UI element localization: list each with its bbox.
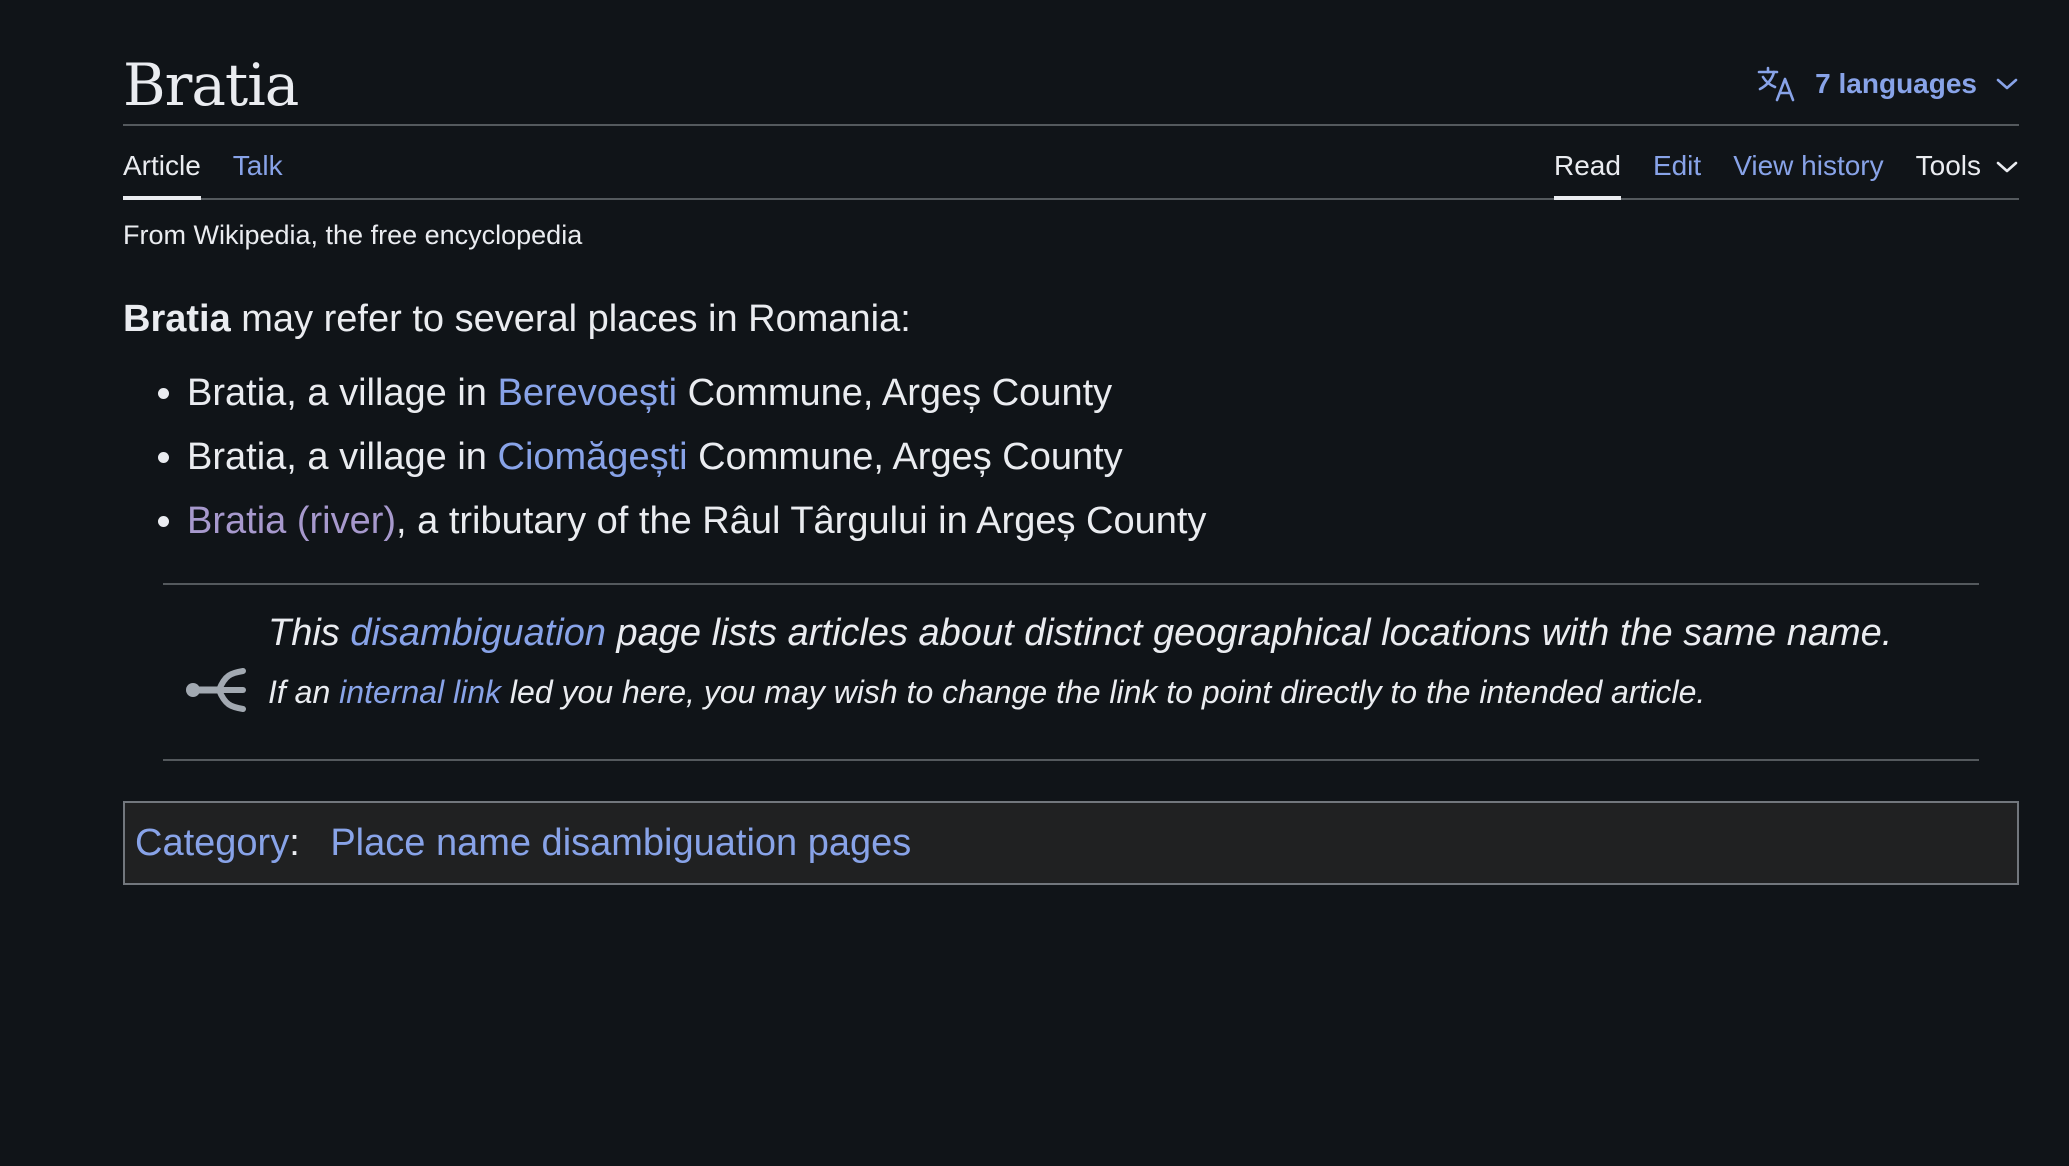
category-place-name-disambiguation-link[interactable]: Place name disambiguation pages [330, 822, 911, 864]
languages-label: 7 languages [1815, 68, 1977, 99]
intro-text: may refer to several places in Romania: [230, 298, 911, 340]
entry-suffix: Commune, Argeș County [687, 436, 1123, 478]
tools-menu[interactable]: Tools [1916, 126, 2019, 198]
namespace-tabs: Article Talk [123, 126, 315, 200]
tab-edit[interactable]: Edit [1653, 126, 1701, 198]
berevoesti-link[interactable]: Berevoești [498, 372, 678, 414]
list-item: Bratia, a village in Berevoești Commune,… [187, 361, 2019, 425]
entry-prefix: Bratia, a village in [187, 372, 498, 414]
page-title: Bratia [123, 51, 299, 119]
tab-read[interactable]: Read [1554, 126, 1621, 200]
languages-button[interactable]: 7 languages [1757, 66, 2019, 102]
dab-main-suffix: page lists articles about distinct geogr… [605, 612, 1893, 654]
dab-sub-prefix: If an [268, 674, 340, 710]
tab-view-history[interactable]: View history [1733, 126, 1883, 198]
dab-main-prefix: This [268, 612, 351, 654]
tab-talk[interactable]: Talk [233, 126, 283, 198]
category-separator: : [289, 822, 300, 864]
chevron-down-icon [1995, 76, 2019, 92]
bratia-river-link[interactable]: Bratia (river) [187, 500, 396, 542]
category-box: Category: Place name disambiguation page… [123, 801, 2019, 885]
title-row: Bratia 7 languages [123, 0, 2019, 126]
page: Bratia 7 languages Article Talk Read Edi… [123, 0, 2019, 885]
entry-prefix: Bratia, a village in [187, 436, 498, 478]
tagline: From Wikipedia, the free encyclopedia [123, 220, 583, 250]
entry-suffix: , a tributary of the Râul Târgului in Ar… [396, 500, 1207, 542]
disambiguation-main-text: This disambiguation page lists articles … [268, 603, 1979, 663]
chevron-down-icon [1995, 150, 2019, 198]
dab-sub-suffix: led you here, you may wish to change the… [501, 674, 1706, 710]
ciomagesti-link[interactable]: Ciomăgești [498, 436, 688, 478]
disambiguation-icon [185, 665, 247, 720]
disambiguation-link[interactable]: disambiguation [350, 612, 606, 654]
view-tabs: Read Edit View history Tools [1522, 126, 2019, 200]
intro-bold-term: Bratia [123, 298, 231, 340]
tabs-row: Article Talk Read Edit View history Tool… [123, 126, 2019, 200]
disambiguation-sub-text: If an internal link led you here, you ma… [268, 667, 1979, 717]
entries-list: Bratia, a village in Berevoești Commune,… [123, 361, 2019, 553]
list-item: Bratia, a village in Ciomăgești Commune,… [187, 425, 2019, 489]
disambiguation-notice: This disambiguation page lists articles … [163, 583, 1979, 761]
tab-article[interactable]: Article [123, 126, 201, 200]
list-item: Bratia (river), a tributary of the Râul … [187, 489, 2019, 553]
intro-paragraph: Bratia may refer to several places in Ro… [123, 289, 2019, 349]
translate-icon [1757, 66, 1797, 102]
internal-link-link[interactable]: internal link [339, 674, 501, 710]
category-label-link[interactable]: Category [135, 822, 289, 864]
entry-suffix: Commune, Argeș County [677, 372, 1113, 414]
tools-label: Tools [1915, 150, 1981, 181]
